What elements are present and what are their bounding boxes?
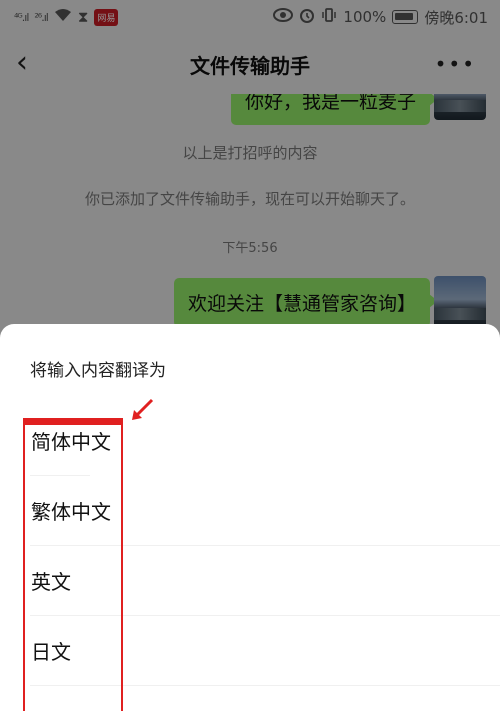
sheet-title: 将输入内容翻译为 [30,361,166,381]
annotation-arrow-icon [132,398,154,420]
annotation-highlight-box [23,418,123,711]
